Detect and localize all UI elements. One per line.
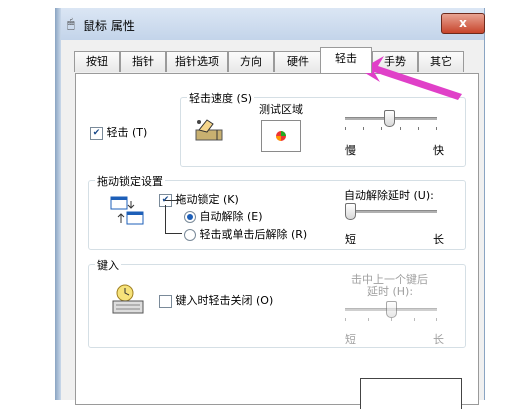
test-area-box[interactable] [261,120,301,152]
auto-release-delay-slider[interactable] [345,203,437,227]
test-area-label: 测试区域 [259,103,303,116]
tap-speed-group: 轻击速度 (S) 测试区域 慢 快 [180,90,466,167]
long-label: 长 [433,233,444,246]
key-in-checkbox-row[interactable]: 键入时轻击关闭 (O) [159,292,273,308]
tab-pointers[interactable]: 指针 [120,51,166,72]
fast-label: 快 [433,144,444,157]
auto-release-delay-thumb[interactable] [345,203,356,220]
key-long-label: 长 [433,333,444,346]
tap-release-label: 轻击或单击后解除 (R) [199,228,308,241]
tab-buttons[interactable]: 按钮 [74,51,120,72]
drag-lock-label: 拖动锁定设置 [95,173,165,189]
tap-speed-label: 轻击速度 (S) [187,90,255,106]
key-delay-thumb[interactable] [386,301,397,318]
tap-checkbox-label: 轻击 (T) [106,126,148,139]
tab-panel: ✔ 轻击 (T) 轻击速度 (S) 测试区域 慢 快 拖动锁定设置 ✔ 拖动锁定… [75,73,479,409]
tap-release-radio[interactable] [184,229,196,241]
key-delay-slider[interactable] [345,299,437,329]
drag-lock-group: 拖动锁定设置 ✔ 拖动锁定 (K) 自动解除 (E) 轻击或单击后解除 (R) … [88,173,466,250]
auto-release-delay-label: 自动解除延时 (U): [344,189,434,202]
tap-release-radio-row[interactable]: 轻击或单击后解除 (R) [184,226,307,242]
title-bar[interactable]: 🖱 鼠标 属性 x [61,8,485,40]
dialog-button-partial[interactable] [360,378,462,409]
tab-tap[interactable]: 轻击 [320,47,372,73]
drag-windows-icon [109,195,145,227]
tap-hand-icon [193,116,225,144]
tap-speed-thumb[interactable] [384,110,395,127]
short-label: 短 [345,233,356,246]
key-in-label: 键入 [95,257,121,273]
key-in-checkbox[interactable] [159,294,172,308]
key-short-label: 短 [345,333,356,346]
key-delay-label-2: 延时 (H): [367,285,414,298]
tree-connector [165,205,182,234]
mouse-icon: 🖱 [67,17,75,32]
slow-label: 慢 [345,144,356,157]
tap-checkbox-row[interactable]: ✔ 轻击 (T) [90,124,147,140]
tab-direction[interactable]: 方向 [228,51,274,72]
key-in-checkbox-label: 键入时轻击关闭 (O) [175,294,274,307]
auto-release-radio[interactable] [184,211,196,223]
auto-release-label: 自动解除 (E) [199,210,263,223]
tab-hardware[interactable]: 硬件 [274,51,322,72]
keyboard-clock-icon [111,283,145,315]
window-title: 鼠标 属性 [83,19,135,33]
pointer-arrow [360,56,462,100]
test-area-icon [276,131,286,141]
tab-pointer-options[interactable]: 指针选项 [166,51,228,72]
key-in-group: 键入 键入时轻击关闭 (O) 击中上一个键后 延时 (H): 短 长 [88,257,466,348]
tap-checkbox[interactable]: ✔ [90,126,103,140]
auto-release-radio-row[interactable]: 自动解除 (E) [184,208,263,224]
close-button[interactable]: x [441,13,485,34]
drag-lock-checkbox-label: 拖动锁定 (K) [175,193,239,206]
tap-speed-slider[interactable] [345,108,437,148]
